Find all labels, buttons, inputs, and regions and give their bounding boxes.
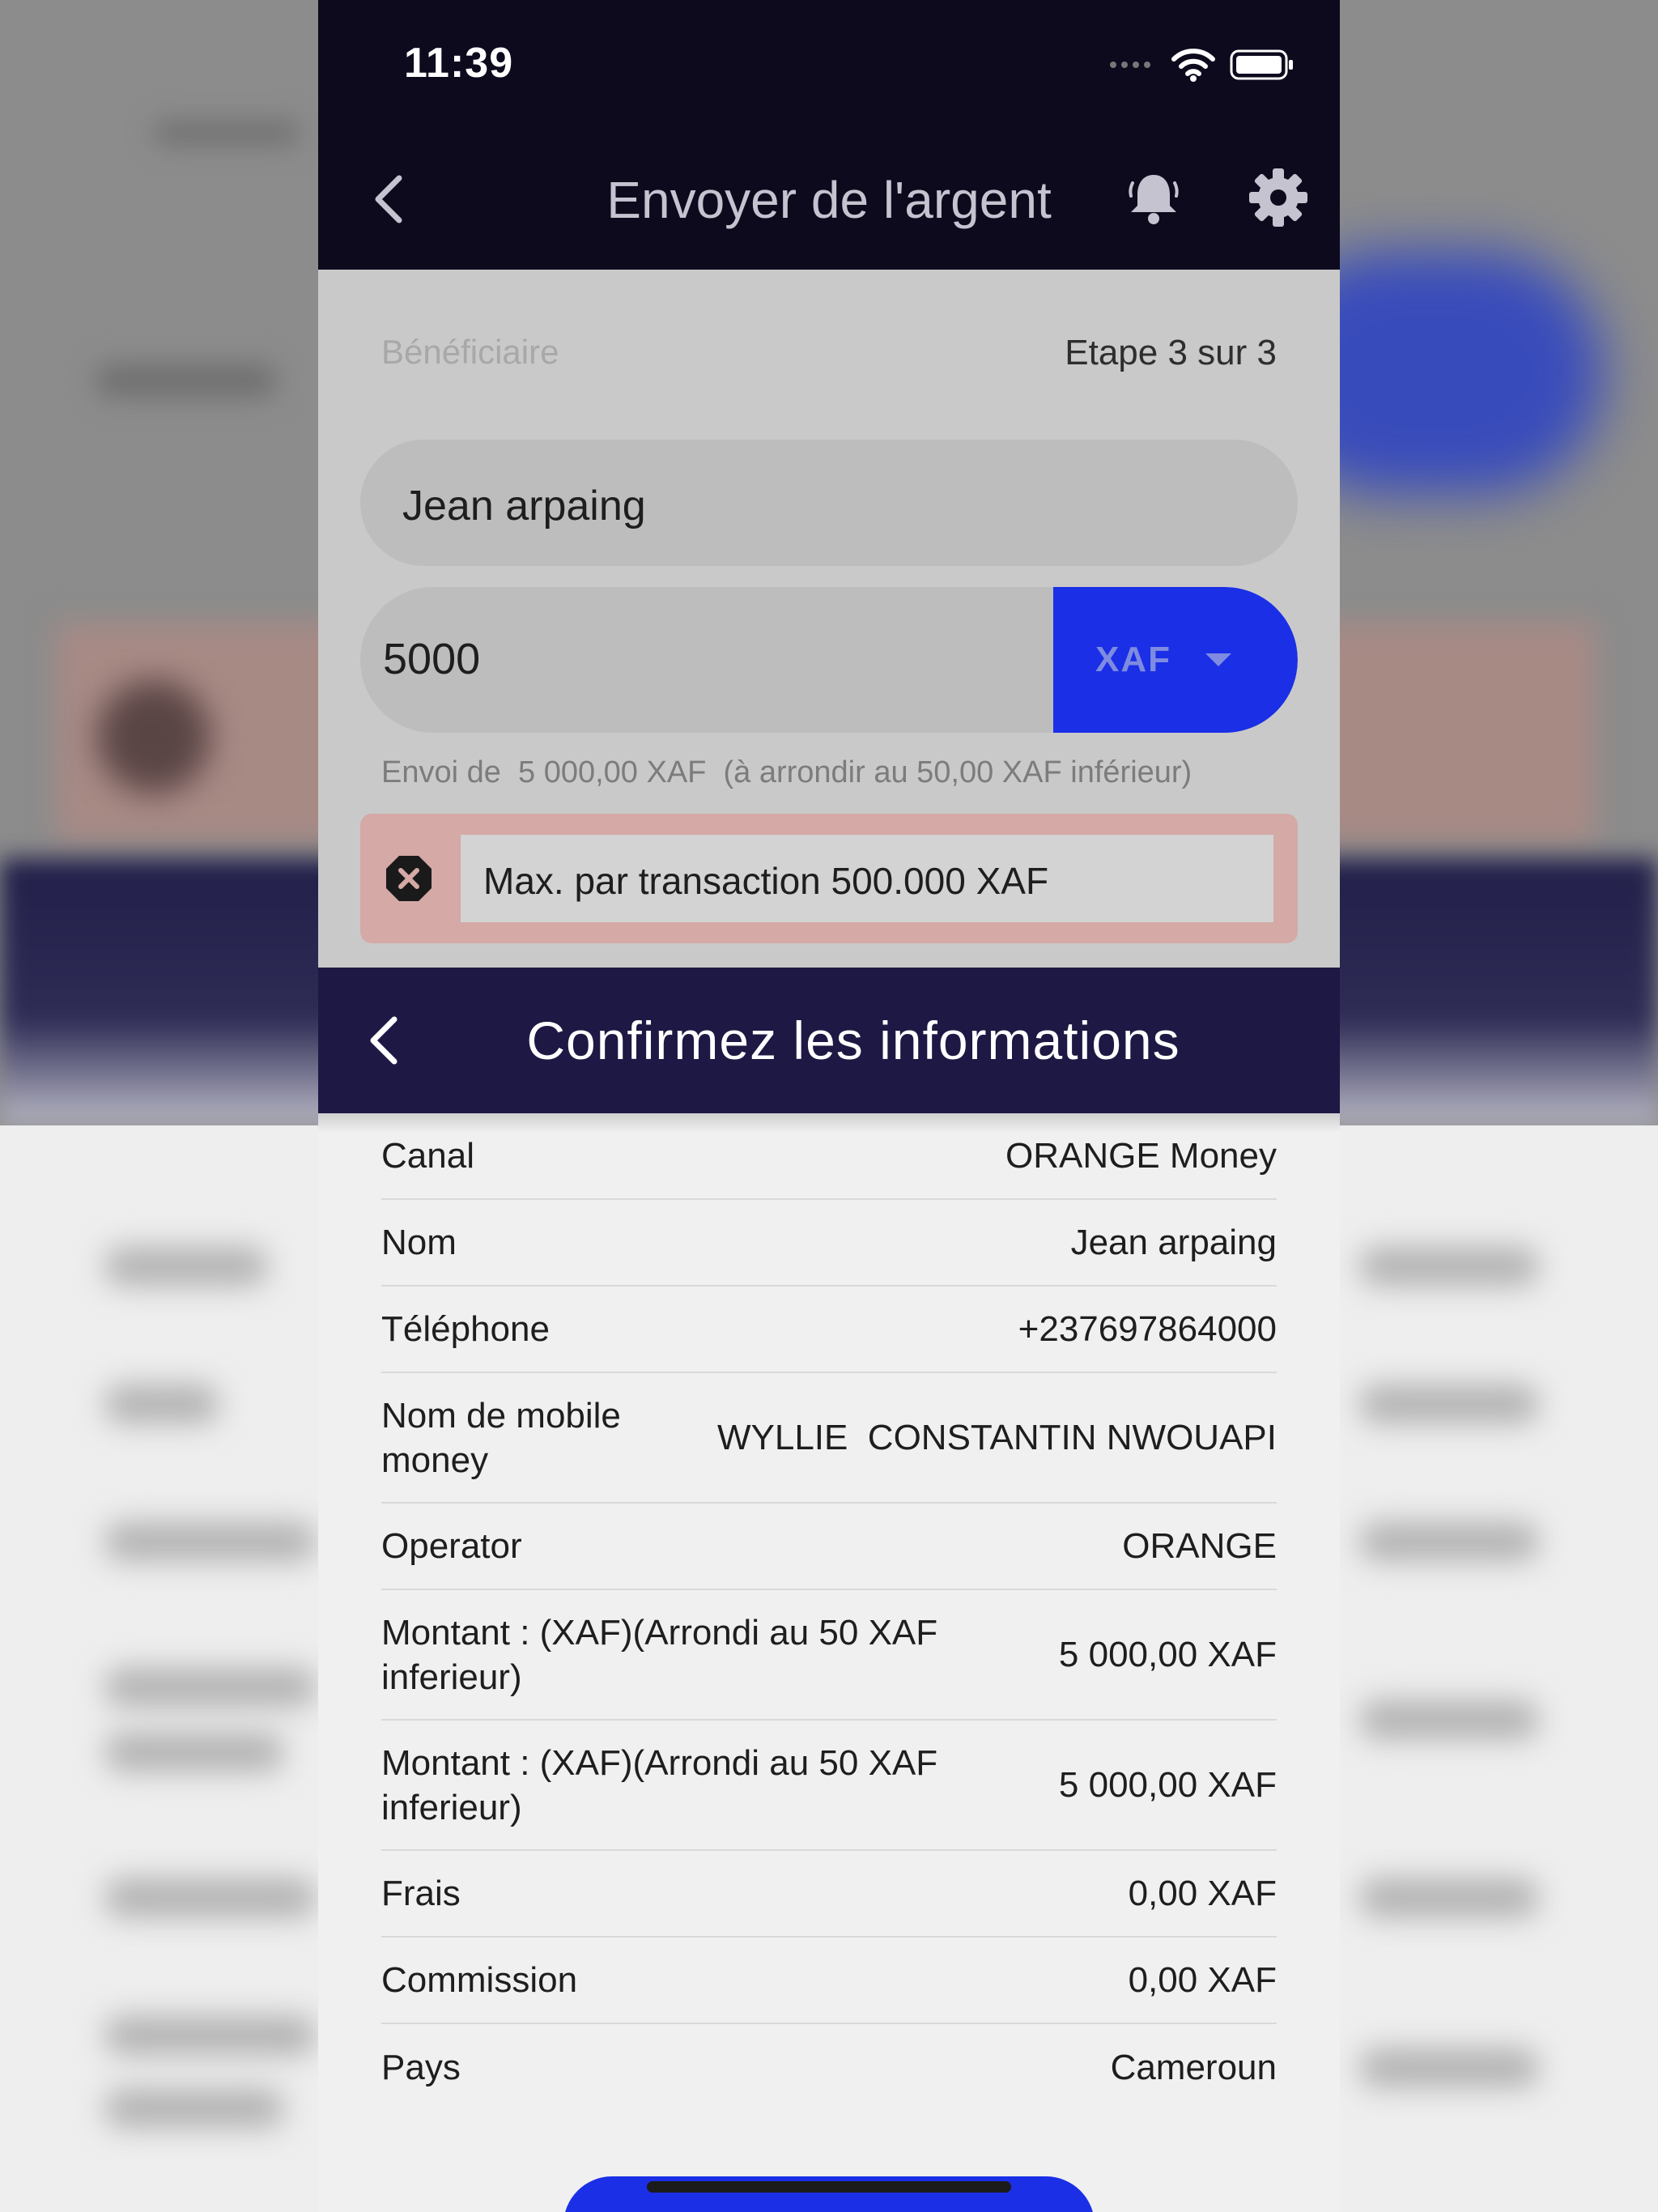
status-time: 11:39 (404, 40, 514, 87)
detail-label: Operator (381, 1526, 522, 1566)
detail-row-country: Pays Cameroun (381, 2024, 1277, 2111)
amount-note: Envoi de 5 000,00 XAF (à arrondir au 50,… (381, 755, 1192, 789)
status-icons (1108, 47, 1295, 83)
detail-label: Nom (381, 1223, 457, 1262)
home-indicator (647, 2181, 1011, 2193)
detail-label: Nom de mobile money (381, 1395, 621, 1480)
background-blur (1360, 1247, 1538, 1286)
detail-label: Canal (381, 1136, 474, 1176)
detail-row-canal: Canal ORANGE Money (381, 1113, 1277, 1200)
currency-label: XAF (1095, 640, 1171, 679)
caret-down-icon (1205, 653, 1231, 666)
detail-value: 5 000,00 XAF (1058, 1765, 1277, 1805)
app-bar: Envoyer de l'argent (318, 130, 1340, 270)
background-blur (1360, 2048, 1538, 2087)
background-blur (105, 1522, 316, 1561)
phone-screen: 11:39 Envoyer de l'argent Bénéficiaire E… (318, 0, 1340, 2212)
detail-row-amount: Montant : (XAF)(Arrondi au 50 XAF inferi… (381, 1721, 1277, 1851)
bell-icon[interactable] (1121, 165, 1186, 230)
detail-label: Frais (381, 1874, 461, 1913)
error-alert: Max. par transaction 500.000 XAF (360, 814, 1298, 943)
detail-row-fees: Frais 0,00 XAF (381, 1851, 1277, 1938)
detail-label: Téléphone (381, 1309, 550, 1349)
step-indicator: Etape 3 sur 3 (1065, 333, 1277, 372)
detail-value: ORANGE Money (1005, 1136, 1277, 1176)
detail-value: WYLLIE CONSTANTIN NWOUAPI (716, 1418, 1277, 1457)
chevron-left-icon[interactable] (355, 1008, 420, 1073)
detail-row-mobile-money-name: Nom de mobile money WYLLIE CONSTANTIN NW… (381, 1373, 1277, 1504)
beneficiary-name-value: Jean arpaing (402, 483, 646, 530)
detail-label: Montant : (XAF)(Arrondi au 50 XAF inferi… (381, 1612, 938, 1697)
background-blur (154, 121, 300, 144)
detail-value: 0,00 XAF (1128, 1874, 1277, 1913)
status-bar: 11:39 (318, 0, 1340, 130)
detail-value: Cameroun (1110, 2048, 1277, 2087)
gear-icon[interactable] (1248, 167, 1309, 228)
amount-field[interactable]: 5000 XAF (360, 587, 1298, 733)
chevron-left-icon[interactable] (360, 167, 425, 232)
error-message: Max. par transaction 500.000 XAF (483, 860, 1049, 902)
detail-label: Commission (381, 1960, 578, 2000)
background-blur (1360, 1700, 1538, 1739)
background-blur (97, 680, 210, 793)
beneficiary-name-field[interactable]: Jean arpaing (360, 440, 1298, 566)
detail-row-amount: Montant : (XAF)(Arrondi au 50 XAF inferi… (381, 1590, 1277, 1721)
amount-value: 5000 (383, 635, 481, 683)
confirm-sheet-header: Confirmez les informations (318, 968, 1340, 1113)
error-message-box: Max. par transaction 500.000 XAF (461, 835, 1273, 922)
background-blur (1360, 1385, 1538, 1423)
detail-row-commission: Commission 0,00 XAF (381, 1938, 1277, 2024)
background-blur (105, 1733, 283, 1772)
detail-value: 0,00 XAF (1128, 1960, 1277, 2000)
background-blur (105, 1878, 316, 1917)
error-octagon-icon (386, 856, 432, 901)
background-blur (105, 2016, 316, 2055)
detail-row-telephone: Téléphone +237697864000 (381, 1287, 1277, 1373)
detail-value: ORANGE (1122, 1526, 1277, 1566)
detail-row-nom: Nom Jean arpaing (381, 1200, 1277, 1287)
background-blur (105, 1668, 316, 1707)
background-blur (105, 1385, 219, 1423)
page-title: Envoyer de l'argent (606, 170, 1052, 229)
battery-icon (1230, 49, 1293, 80)
background-blur (1360, 1522, 1538, 1561)
detail-label: Montant : (XAF)(Arrondi au 50 XAF inferi… (381, 1742, 938, 1827)
background-blur (105, 2089, 283, 2128)
detail-value: +237697864000 (1018, 1309, 1277, 1349)
confirmation-details: Canal ORANGE Money Nom Jean arpaing Télé… (381, 1113, 1277, 2111)
detail-label: Pays (381, 2048, 461, 2087)
cellular-signal-icon (1110, 62, 1150, 68)
background-blur (1360, 1878, 1538, 1917)
wifi-icon (1171, 49, 1215, 82)
detail-value: 5 000,00 XAF (1058, 1635, 1277, 1674)
confirm-sheet-title: Confirmez les informations (526, 1010, 1180, 1070)
currency-select[interactable]: XAF (1053, 587, 1298, 733)
detail-row-operator: Operator ORANGE (381, 1504, 1277, 1590)
background-blur (105, 1247, 267, 1286)
beneficiary-label: Bénéficiaire (381, 333, 559, 371)
background-blur (97, 364, 275, 397)
detail-value: Jean arpaing (1070, 1223, 1277, 1262)
send-money-form: Bénéficiaire Etape 3 sur 3 Jean arpaing … (318, 270, 1340, 968)
